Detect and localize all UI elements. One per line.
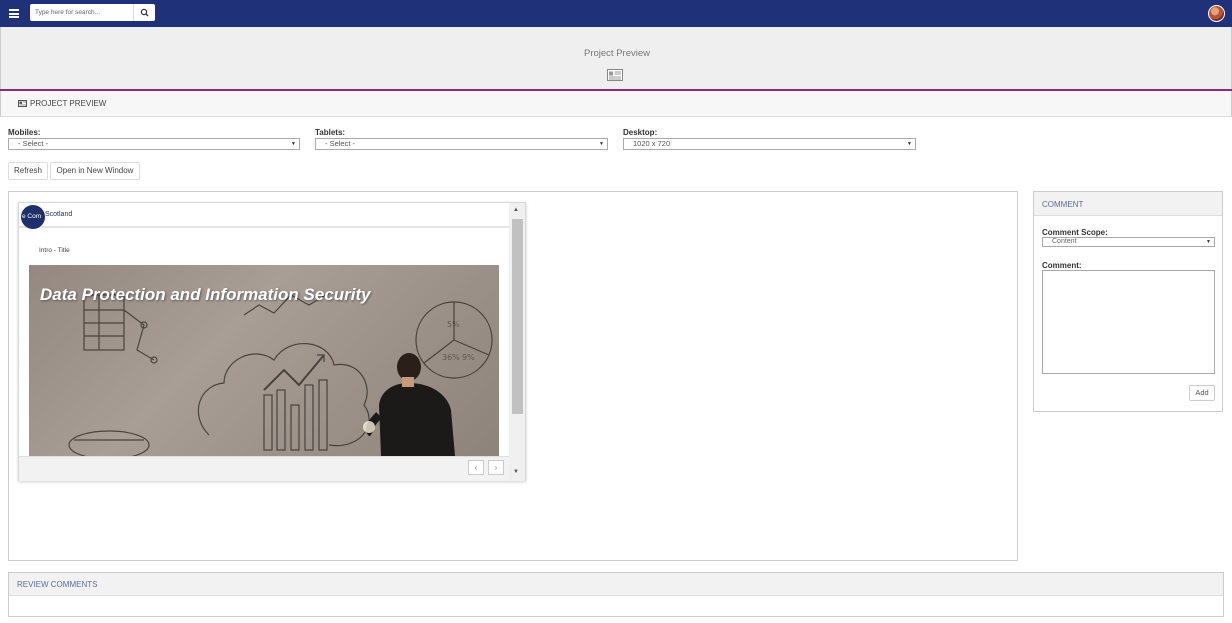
comment-scope-select[interactable]: Content ▼ bbox=[1042, 237, 1215, 247]
add-comment-button[interactable]: Add bbox=[1189, 385, 1215, 401]
device-frame: e Com Scotland Intro - Title 5% 36% 9% D… bbox=[18, 202, 526, 481]
search-button[interactable] bbox=[133, 4, 155, 21]
panel-header: PROJECT PREVIEW bbox=[0, 91, 1232, 117]
page-header: Project Preview bbox=[0, 27, 1232, 89]
chevron-down-icon: ▼ bbox=[599, 141, 604, 147]
refresh-button[interactable]: Refresh bbox=[8, 162, 48, 180]
preview-small-icon bbox=[18, 100, 27, 107]
tablets-group: Tablets: - Select - ▼ bbox=[315, 128, 608, 150]
course-header: e Com Scotland bbox=[19, 203, 509, 229]
review-comments-title: REVIEW COMMENTS bbox=[17, 580, 98, 589]
comment-label: Comment: bbox=[1042, 261, 1082, 270]
scroll-down-icon[interactable]: ▼ bbox=[513, 469, 519, 475]
comment-panel: COMMENT Comment Scope: Content ▼ Comment… bbox=[1033, 191, 1223, 412]
next-button[interactable]: › bbox=[488, 460, 504, 475]
comment-header: COMMENT bbox=[1034, 192, 1222, 216]
user-avatar[interactable] bbox=[1208, 5, 1225, 22]
mobiles-select[interactable]: - Select - ▼ bbox=[8, 138, 300, 150]
review-comments-panel: REVIEW COMMENTS bbox=[8, 572, 1224, 617]
comment-textarea[interactable] bbox=[1042, 270, 1215, 374]
panel-title: PROJECT PREVIEW bbox=[30, 99, 107, 108]
search-box bbox=[30, 4, 155, 21]
svg-text:36%: 36% bbox=[442, 353, 460, 362]
scroll-thumb[interactable] bbox=[512, 219, 523, 414]
svg-text:9%: 9% bbox=[462, 353, 475, 362]
chevron-down-icon: ▼ bbox=[291, 141, 296, 147]
scroll-up-icon[interactable]: ▲ bbox=[513, 207, 519, 213]
chevron-down-icon: ▼ bbox=[1206, 239, 1211, 245]
svg-text:5%: 5% bbox=[447, 320, 460, 329]
page-title: Project Preview bbox=[584, 48, 650, 59]
comment-scope-value: Content bbox=[1052, 238, 1077, 245]
desktop-label: Desktop: bbox=[623, 128, 658, 137]
ecom-logo: e Com bbox=[21, 205, 45, 229]
top-navbar bbox=[0, 0, 1232, 27]
chevron-down-icon: ▼ bbox=[907, 141, 912, 147]
menu-icon[interactable] bbox=[9, 9, 19, 18]
review-comments-header: REVIEW COMMENTS bbox=[9, 573, 1223, 596]
desktop-select-value: 1020 x 720 bbox=[633, 139, 671, 148]
desktop-group: Desktop: 1020 x 720 ▼ bbox=[623, 128, 916, 150]
desktop-select[interactable]: 1020 x 720 ▼ bbox=[623, 138, 916, 150]
tablets-select-value: - Select - bbox=[325, 139, 356, 148]
prev-button[interactable]: ‹ bbox=[468, 460, 484, 475]
course-footer: ‹ › bbox=[19, 456, 509, 481]
comment-title: COMMENT bbox=[1042, 200, 1084, 209]
comment-scope-label: Comment Scope: bbox=[1042, 228, 1108, 237]
hero-title: Data Protection and Information Security bbox=[40, 285, 371, 304]
mobiles-label: Mobiles: bbox=[8, 128, 41, 137]
search-icon bbox=[140, 8, 149, 17]
tablets-label: Tablets: bbox=[315, 128, 346, 137]
intro-title: Intro - Title bbox=[39, 247, 70, 254]
preview-icon bbox=[607, 69, 623, 81]
open-new-window-button[interactable]: Open in New Window bbox=[50, 162, 140, 180]
preview-scrollbar[interactable]: ▲ ▼ bbox=[509, 203, 525, 481]
search-input[interactable] bbox=[30, 4, 134, 21]
mobiles-group: Mobiles: - Select - ▼ bbox=[8, 128, 300, 150]
brand-text: Scotland bbox=[45, 211, 73, 218]
tablets-select[interactable]: - Select - ▼ bbox=[315, 138, 608, 150]
mobiles-select-value: - Select - bbox=[18, 139, 49, 148]
hero-image: 5% 36% 9% Data Protection and Informatio… bbox=[29, 265, 499, 456]
